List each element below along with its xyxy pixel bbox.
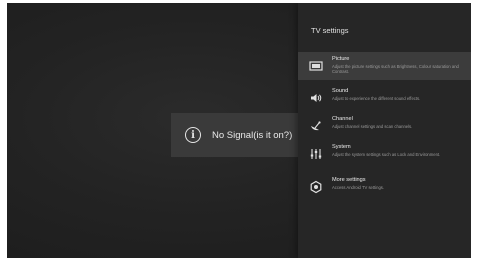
tv-settings-panel: TV settings Picture Adjust the picture s… [298, 3, 471, 258]
settings-item-description: Adjust the picture settings such as Brig… [332, 64, 459, 74]
sliders-icon [310, 149, 322, 159]
info-icon: i [185, 127, 201, 143]
no-signal-dialog: i No Signal(is it on?) [171, 113, 305, 157]
speaker-icon [311, 94, 322, 102]
satellite-dish-icon [311, 121, 321, 131]
settings-item-more-settings[interactable]: More settings Access Android TV settings… [298, 173, 471, 201]
settings-item-description: Access Android TV settings. [332, 185, 385, 190]
settings-item-sound[interactable]: Sound Adjust to experience the different… [298, 84, 471, 112]
settings-item-picture[interactable]: Picture Adjust the picture settings such… [298, 52, 471, 80]
gear-icon [310, 180, 322, 194]
settings-item-title: More settings [332, 177, 366, 183]
settings-item-title: Picture [332, 56, 350, 62]
settings-item-description: Adjust channel settings and scan channel… [332, 124, 413, 129]
tv-screen: i No Signal(is it on?) TV settings Pictu… [7, 3, 471, 258]
settings-item-description: Adjust to experience the different sound… [332, 96, 421, 101]
settings-item-channel[interactable]: Channel Adjust channel settings and scan… [298, 112, 471, 140]
panel-title: TV settings [311, 26, 349, 35]
no-signal-message: No Signal(is it on?) [212, 129, 293, 141]
settings-item-system[interactable]: System Adjust the system settings such a… [298, 140, 471, 168]
settings-item-title: System [332, 144, 351, 150]
settings-item-title: Sound [332, 88, 349, 94]
settings-item-description: Adjust the system settings such as Lock … [332, 152, 441, 157]
picture-icon [309, 61, 323, 71]
settings-item-title: Channel [332, 116, 353, 122]
